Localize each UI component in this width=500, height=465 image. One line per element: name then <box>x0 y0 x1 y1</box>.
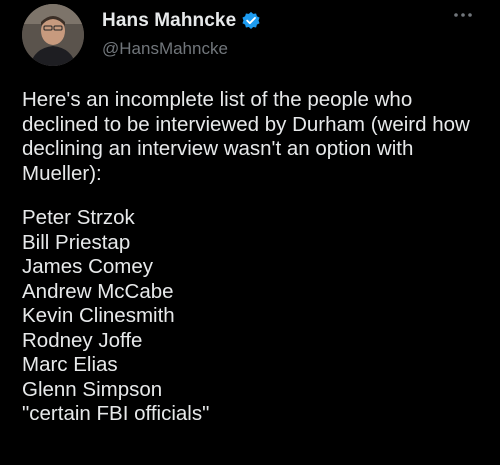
list-item: Andrew McCabe <box>22 279 174 303</box>
tweet-text: Here's an incomplete list of the people … <box>22 88 484 427</box>
list-item: Peter Strzok <box>22 206 135 229</box>
list-item: Kevin Clinesmith <box>22 304 175 327</box>
list-item: "certain FBI officials" <box>22 402 210 425</box>
names-list: Peter Strzok Bill Priestap James Comey A… <box>22 206 484 427</box>
author-name-row: Hans Mahncke <box>102 10 261 32</box>
list-item: Rodney Joffe <box>22 328 143 352</box>
tweet-intro-text: Here's an incomplete list of the people … <box>22 88 470 185</box>
tweet: Hans Mahncke @HansMahncke Here's an inco… <box>0 0 500 465</box>
avatar-photo <box>22 4 84 66</box>
list-item: Marc Elias <box>22 353 118 376</box>
list-item: James Comey <box>22 255 154 278</box>
list-item: Glenn Simpson <box>22 377 163 401</box>
author-display-name[interactable]: Hans Mahncke <box>102 10 236 32</box>
tweet-header: Hans Mahncke @HansMahncke <box>22 4 482 68</box>
author-handle[interactable]: @HansMahncke <box>102 39 228 59</box>
avatar[interactable] <box>22 4 84 66</box>
verified-badge-icon <box>241 11 261 31</box>
more-options-icon[interactable] <box>452 10 474 20</box>
list-item: Bill Priestap <box>22 230 131 254</box>
